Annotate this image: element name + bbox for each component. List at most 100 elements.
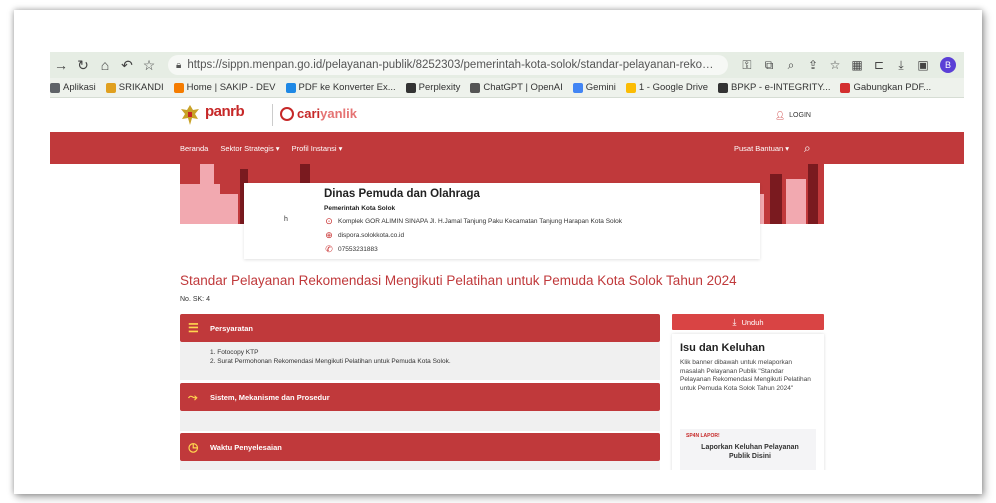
- url-text: https://sippn.menpan.go.id/pelayanan-pub…: [187, 59, 720, 71]
- nav-beranda[interactable]: Beranda: [180, 144, 208, 153]
- download-button[interactable]: ⤓ Unduh: [672, 314, 824, 330]
- location-pin-icon: ⊙: [325, 216, 333, 226]
- phone-icon: ✆: [325, 244, 333, 254]
- address-bar[interactable]: 🔒︎ https://sippn.menpan.go.id/pelayanan-…: [168, 55, 728, 75]
- bookmark-favicon-icon: [840, 82, 851, 93]
- bookmark-label: Perplexity: [418, 82, 461, 93]
- sk-number: No. SK: 4: [180, 296, 210, 303]
- clock-icon: ◷: [188, 440, 199, 454]
- section-title: Sistem, Mekanisme dan Prosedur: [210, 392, 330, 402]
- agency-parent: Pemerintah Kota Solok: [324, 205, 396, 212]
- bookmark-favicon-icon: [405, 82, 416, 93]
- download-label: Unduh: [741, 317, 764, 327]
- bookmark-favicon-icon: [718, 82, 729, 93]
- address-text: Komplek GOR ALIMIN SINAPA Jl. H.Jamal Ta…: [338, 218, 622, 225]
- bookmark-label: SRIKANDI: [118, 82, 164, 93]
- bookmark-label: BPKP - e-INTEGRITY...: [731, 82, 831, 93]
- translate-icon[interactable]: ⧉: [758, 58, 780, 73]
- globe-icon: ⊕: [325, 230, 333, 240]
- bookmarks-bar: Aplikasi SRIKANDI Home | SAKIP - DEV PDF ke…: [50, 78, 964, 98]
- bookmark-label: PDF ke Konverter Ex...: [298, 82, 396, 93]
- issue-description: Klik banner dibawah untuk melaporkan mas…: [680, 359, 811, 392]
- search-icon[interactable]: ⌕: [804, 141, 811, 156]
- tab-search-icon[interactable]: ⊏: [868, 58, 890, 73]
- section-title: Waktu Penyelesaian: [210, 442, 282, 452]
- nav-profil-instansi[interactable]: Profil Instansi ▾: [292, 144, 343, 153]
- bookmark-item[interactable]: PDF ke Konverter Ex...: [285, 82, 396, 93]
- agency-name: Dinas Pemuda dan Olahraga: [324, 188, 480, 200]
- bookmark-item[interactable]: SRIKANDI: [105, 82, 164, 93]
- bookmark-item[interactable]: Gemini: [572, 82, 616, 93]
- browser-window: → ↻ ⌂ ↶ ☆ 🔒︎ https://sippn.menpan.go.id/…: [50, 52, 964, 470]
- bookmark-favicon-icon: [105, 82, 116, 93]
- brand-cari: cari: [297, 106, 321, 121]
- extensions-icon[interactable]: ▦: [846, 58, 868, 73]
- section-waktu-body: [180, 461, 660, 470]
- website-text: dispora.solokkota.co.id: [338, 232, 405, 239]
- list-item: 2. Surat Permohonan Rekomendasi Mengikut…: [210, 358, 451, 365]
- login-label: LOGIN: [789, 112, 811, 119]
- bookmark-item[interactable]: Perplexity: [405, 82, 461, 93]
- bookmark-item[interactable]: ChatGPT | OpenAI: [470, 82, 563, 93]
- zoom-icon[interactable]: ⌕: [780, 58, 802, 73]
- issue-title: Isu dan Keluhan: [680, 342, 765, 354]
- browser-toolbar: → ↻ ⌂ ↶ ☆ 🔒︎ https://sippn.menpan.go.id/…: [50, 52, 964, 78]
- page-title: Standar Pelayanan Rekomendasi Mengikuti …: [180, 273, 737, 288]
- bookmark-favicon-icon: [50, 82, 60, 93]
- garuda-emblem-icon: [181, 105, 199, 125]
- bookmark-favicon-icon: [285, 82, 296, 93]
- undo-icon[interactable]: ↶: [116, 54, 138, 76]
- star-icon[interactable]: ☆: [138, 54, 160, 76]
- agency-phone: ✆ 07553231883: [324, 244, 378, 255]
- bookmark-label: Home | SAKIP - DEV: [186, 82, 276, 93]
- phone-text: 07553231883: [338, 246, 378, 253]
- forward-icon[interactable]: →: [50, 54, 72, 76]
- lapor-logo: SP4N LAPOR!: [686, 433, 720, 439]
- section-title: Persyaratan: [210, 323, 253, 333]
- lapor-banner[interactable]: SP4N LAPOR! Laporkan Keluhan Pelayanan P…: [680, 429, 816, 470]
- nav-pusat-bantuan[interactable]: Pusat Bantuan ▾: [734, 144, 789, 153]
- agency-website[interactable]: ⊕ dispora.solokkota.co.id: [324, 230, 404, 241]
- download-icon[interactable]: ⤓: [890, 58, 912, 73]
- agency-card: h Dinas Pemuda dan Olahraga Pemerintah K…: [244, 183, 760, 259]
- section-sistem-body: [180, 411, 660, 431]
- cariyanlik-logo[interactable]: cari yanlik: [280, 106, 357, 121]
- share-icon[interactable]: ⇪: [802, 58, 824, 73]
- download-icon: ⤓: [732, 316, 737, 327]
- profile-avatar[interactable]: B: [940, 57, 956, 73]
- login-button[interactable]: 👤︎ LOGIN: [775, 111, 811, 120]
- magnifier-icon: [280, 106, 294, 121]
- bookmark-label: Gemini: [585, 82, 616, 93]
- bookmark-label: ChatGPT | OpenAI: [483, 82, 563, 93]
- panrb-logo[interactable]: panrb: [205, 103, 245, 120]
- bookmark-favicon-icon: [470, 82, 481, 93]
- bookmark-favicon-icon: [625, 82, 636, 93]
- home-icon[interactable]: ⌂: [94, 54, 116, 76]
- lapor-banner-text: Laporkan Keluhan Pelayanan Publik Disini: [701, 444, 799, 460]
- nav-sektor-strategis[interactable]: Sektor Strategis ▾: [220, 144, 279, 153]
- reload-icon[interactable]: ↻: [72, 54, 94, 76]
- bookmark-star-icon[interactable]: ☆: [824, 58, 846, 73]
- section-persyaratan-body: 1. Fotocopy KTP 2. Surat Permohonan Reko…: [180, 342, 660, 380]
- bookmark-favicon-icon: [572, 82, 583, 93]
- sidepanel-icon[interactable]: ▣: [912, 58, 934, 73]
- agency-address: ⊙ Komplek GOR ALIMIN SINAPA Jl. H.Jamal …: [324, 216, 622, 227]
- bookmark-item[interactable]: Aplikasi: [50, 82, 96, 93]
- section-waktu-header[interactable]: ◷ Waktu Penyelesaian: [180, 433, 660, 461]
- bookmark-item[interactable]: 1 - Google Drive: [625, 82, 709, 93]
- section-sistem-header[interactable]: ⤳ Sistem, Mekanisme dan Prosedur: [180, 383, 660, 411]
- user-icon: 👤︎: [775, 111, 786, 120]
- key-icon[interactable]: ⚿: [736, 58, 758, 73]
- flow-icon: ⤳: [188, 389, 198, 404]
- agency-logo-placeholder: h: [284, 216, 288, 223]
- header-divider: [272, 104, 273, 126]
- bookmark-label: 1 - Google Drive: [638, 82, 709, 93]
- bookmark-item[interactable]: Home | SAKIP - DEV: [173, 82, 276, 93]
- bookmark-item[interactable]: BPKP - e-INTEGRITY...: [718, 82, 830, 93]
- bookmark-item[interactable]: Gabungkan PDF...: [840, 82, 931, 93]
- list-item: 1. Fotocopy KTP: [210, 349, 259, 356]
- bookmark-label: Gabungkan PDF...: [853, 82, 932, 93]
- section-persyaratan-header[interactable]: ☰ Persyaratan: [180, 314, 660, 342]
- site-header: panrb cari yanlik 👤︎ LOGIN: [50, 98, 964, 132]
- bookmark-label: Aplikasi: [63, 82, 96, 93]
